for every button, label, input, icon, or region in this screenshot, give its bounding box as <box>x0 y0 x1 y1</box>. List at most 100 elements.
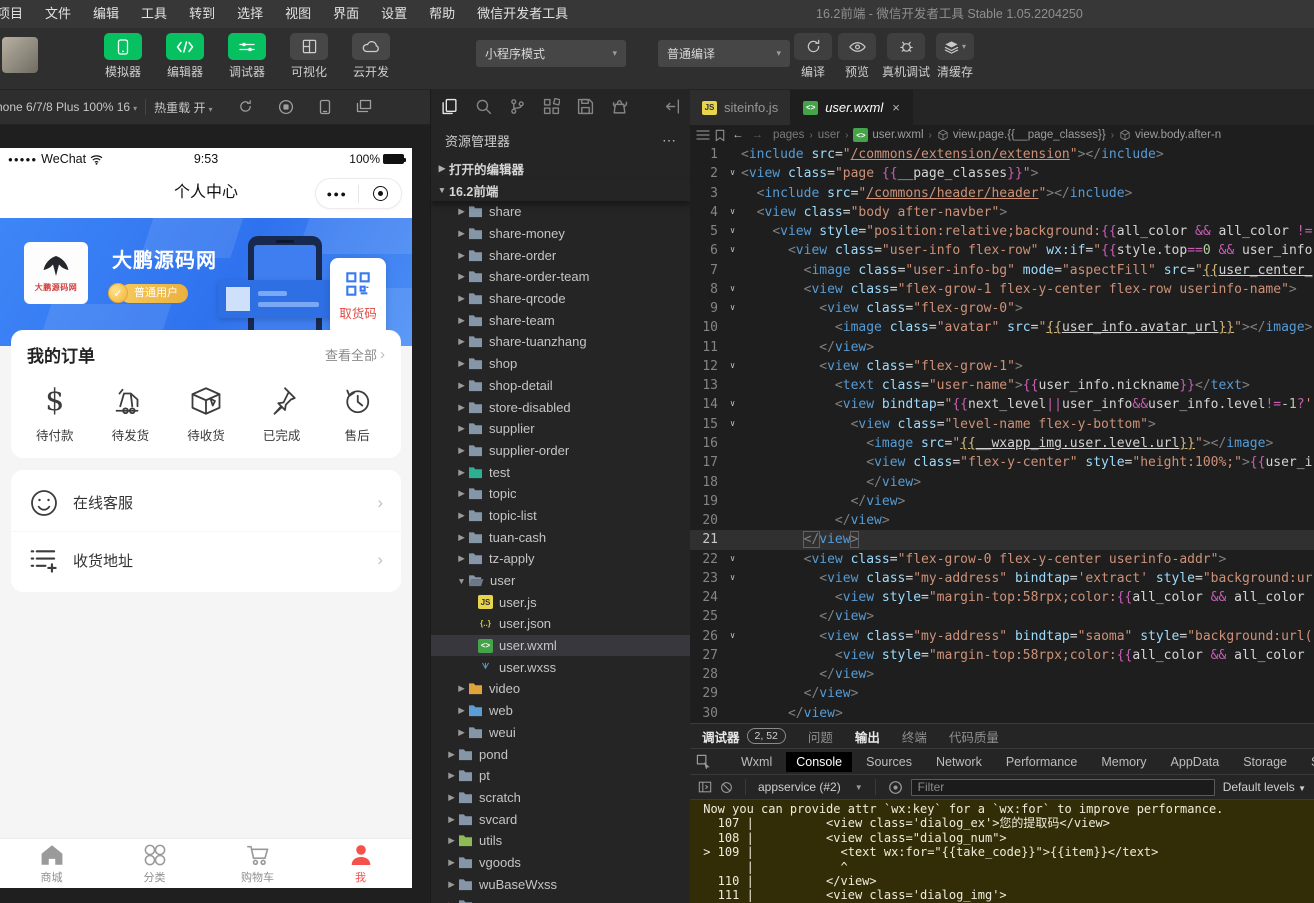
devtools-tab-Network[interactable]: Network <box>926 752 992 772</box>
breadcrumb-item[interactable]: pages <box>773 129 804 141</box>
code-area[interactable]: 1<include src="/commons/extension/extens… <box>690 145 1314 723</box>
code-line-20[interactable]: 20 </view> <box>690 511 1314 530</box>
tree-item-user[interactable]: ▼user <box>431 570 690 592</box>
device-icon[interactable] <box>319 99 331 115</box>
code-line-26[interactable]: 26∨ <view class="my-address" bindtap="sa… <box>690 627 1314 646</box>
back-icon[interactable]: ← <box>732 129 744 141</box>
eye-watch-icon[interactable] <box>888 780 903 795</box>
devtools-tab-Wxml[interactable]: Wxml <box>731 752 782 772</box>
code-line-27[interactable]: 27 <view style="margin-top:58rpx;color:{… <box>690 646 1314 665</box>
toolbar-button-可视化[interactable]: 可视化 <box>282 33 336 80</box>
devtools-tab-Console[interactable]: Console <box>786 752 852 772</box>
action-清缓存[interactable]: ▾清缓存 <box>936 33 974 80</box>
devtools-tab-Sources[interactable]: Sources <box>856 752 922 772</box>
devtools-tab-Security[interactable]: Security <box>1301 752 1314 772</box>
debug-tab-代码质量[interactable]: 代码质量 <box>949 727 999 746</box>
tree-item-web[interactable]: ▶web <box>431 700 690 722</box>
tree-item-user.json[interactable]: {..}user.json <box>431 613 690 635</box>
service-item-在线客服[interactable]: 在线客服› <box>11 474 401 531</box>
console-output[interactable]: Now you can provide attr `wx:key` for a … <box>690 800 1314 903</box>
debug-tab-调试器[interactable]: 调试器2, 52 <box>702 727 786 746</box>
log-levels-select[interactable]: Default levels ▼ <box>1223 780 1306 794</box>
code-line-23[interactable]: 23∨ <view class="my-address" bindtap='ex… <box>690 569 1314 588</box>
record-icon[interactable] <box>278 99 294 115</box>
devtools-tab-Storage[interactable]: Storage <box>1233 752 1297 772</box>
clear-console-icon[interactable] <box>720 781 733 794</box>
devtools-tab-Performance[interactable]: Performance <box>996 752 1088 772</box>
tabbar-item-购物车[interactable]: 购物车 <box>206 839 309 888</box>
toolbar-button-编辑器[interactable]: 编辑器 <box>158 33 212 80</box>
code-line-25[interactable]: 25 </view> <box>690 607 1314 626</box>
code-line-14[interactable]: 14∨ <view bindtap="{{next_level||user_in… <box>690 395 1314 414</box>
tree-item-pt[interactable]: ▶pt <box>431 765 690 787</box>
save-icon[interactable] <box>577 98 594 115</box>
bookmark-icon[interactable] <box>714 129 726 142</box>
fold-chevron-icon[interactable]: ∨ <box>724 164 741 183</box>
code-line-30[interactable]: 30 </view> <box>690 704 1314 723</box>
order-item-售后[interactable]: 售后 <box>319 382 395 444</box>
order-item-待收货[interactable]: 待收货 <box>168 382 244 444</box>
code-line-22[interactable]: 22∨ <view class="flex-grow-0 flex-y-cent… <box>690 550 1314 569</box>
tree-item-share-qrcode[interactable]: ▶share-qrcode <box>431 288 690 310</box>
tree-item-supplier-order[interactable]: ▶supplier-order <box>431 440 690 462</box>
git-branch-icon[interactable] <box>509 98 526 115</box>
menu-item[interactable]: 工具 <box>130 0 178 28</box>
tree-item-vgoods[interactable]: ▶vgoods <box>431 852 690 874</box>
tree-item-scratch[interactable]: ▶scratch <box>431 787 690 809</box>
code-line-2[interactable]: 2∨<view class="page {{__page_classes}}"> <box>690 164 1314 183</box>
hot-reload-toggle[interactable]: 热重载 开▾ <box>154 99 212 116</box>
tree-item-store-disabled[interactable]: ▶store-disabled <box>431 396 690 418</box>
code-line-15[interactable]: 15∨ <view class="level-name flex-y-botto… <box>690 415 1314 434</box>
tree-item-topic-list[interactable]: ▶topic-list <box>431 505 690 527</box>
tree-item-test[interactable]: ▶test <box>431 461 690 483</box>
tree-item-user.wxml[interactable]: <>user.wxml <box>431 635 690 657</box>
tabbar-item-我[interactable]: 我 <box>309 839 412 888</box>
code-line-12[interactable]: 12∨ <view class="flex-grow-1"> <box>690 357 1314 376</box>
menu-item[interactable]: 转到 <box>178 0 226 28</box>
menu-item[interactable]: 视图 <box>274 0 322 28</box>
tree-item-share-order[interactable]: ▶share-order <box>431 244 690 266</box>
action-预览[interactable]: 预览 <box>838 33 876 80</box>
user-avatar[interactable] <box>2 37 38 73</box>
extensions-icon[interactable] <box>543 98 560 115</box>
teapot-icon[interactable] <box>611 98 628 115</box>
tree-item-shop-detail[interactable]: ▶shop-detail <box>431 375 690 397</box>
action-真机调试[interactable]: 真机调试 <box>882 33 930 80</box>
context-select[interactable]: appservice (#2) ▼ <box>758 780 863 794</box>
mode-select[interactable]: 小程序模式 ▾ <box>476 40 626 67</box>
search-icon[interactable] <box>475 98 492 115</box>
order-item-已完成[interactable]: 已完成 <box>244 382 320 444</box>
breadcrumb-item[interactable]: user <box>818 129 840 141</box>
devtools-tab-AppData[interactable]: AppData <box>1161 752 1230 772</box>
code-line-28[interactable]: 28 </view> <box>690 665 1314 684</box>
menu-item[interactable]: 微信开发者工具 <box>466 0 579 28</box>
code-line-3[interactable]: 3 <include src="/commons/header/header">… <box>690 184 1314 203</box>
tree-item-supplier[interactable]: ▶supplier <box>431 418 690 440</box>
exit-icon[interactable] <box>359 186 401 201</box>
tree-item-user.js[interactable]: JSuser.js <box>431 591 690 613</box>
user-level-badge[interactable]: ✓ 普通用户 <box>108 282 188 304</box>
section-project-root[interactable]: ▼ 16.2前端 <box>431 179 690 201</box>
code-line-17[interactable]: 17 <view class="flex-y-center" style="he… <box>690 453 1314 472</box>
files-icon[interactable] <box>441 98 458 115</box>
breadcrumb-item[interactable]: view.page.{{__page_classes}} <box>937 129 1106 141</box>
menu-item[interactable]: 选择 <box>226 0 274 28</box>
tree-item-user.wxss[interactable]: ᗐuser.wxss <box>431 656 690 678</box>
code-line-29[interactable]: 29 </view> <box>690 684 1314 703</box>
code-line-16[interactable]: 16 <image src="{{__wxapp_img.user.level.… <box>690 434 1314 453</box>
fold-chevron-icon[interactable]: ∨ <box>724 357 741 376</box>
menu-lines-icon[interactable] <box>696 129 710 141</box>
fold-chevron-icon[interactable]: ∨ <box>724 203 741 222</box>
menu-item[interactable]: 界面 <box>322 0 370 28</box>
view-all-orders-link[interactable]: 查看全部 <box>325 345 377 364</box>
fold-chevron-icon[interactable]: ∨ <box>724 415 741 434</box>
fold-chevron-icon[interactable]: ∨ <box>724 280 741 299</box>
panel-toggle-icon[interactable] <box>698 780 712 794</box>
editor-tab-user.wxml[interactable]: <>user.wxml× <box>791 90 913 125</box>
order-item-待发货[interactable]: 待发货 <box>93 382 169 444</box>
menu-item[interactable]: 项目 <box>0 0 34 28</box>
code-line-21[interactable]: 21 </view> <box>690 530 1314 549</box>
fold-chevron-icon[interactable]: ∨ <box>724 569 741 588</box>
rotate-icon[interactable] <box>238 99 253 115</box>
more-icon[interactable]: ●●● <box>316 189 358 199</box>
